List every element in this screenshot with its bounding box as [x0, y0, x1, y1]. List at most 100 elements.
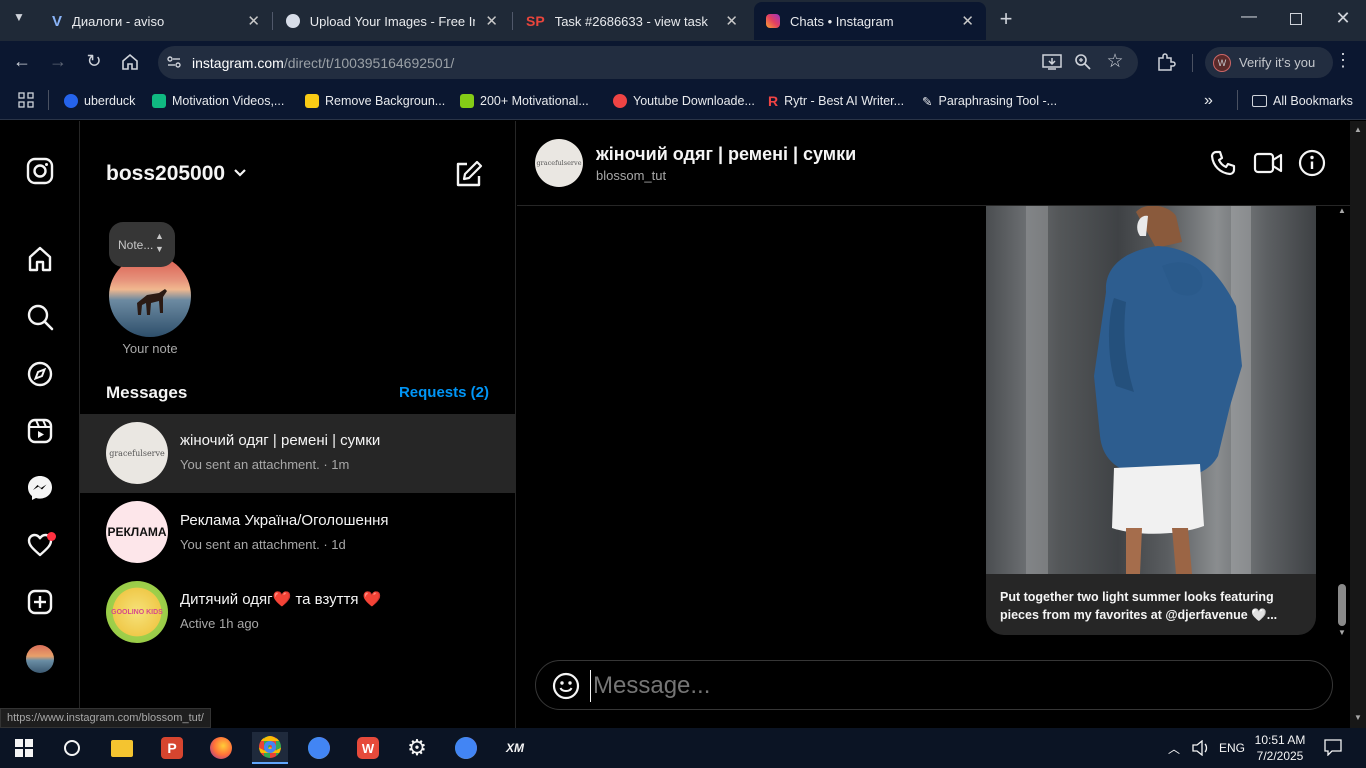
bookmark-paraphrasing-tool[interactable]: ✎ Paraphrasing Tool -...: [922, 90, 1057, 112]
conversation-preview: You sent an attachment. · 1m: [180, 457, 350, 472]
tab-search-chevron-icon[interactable]: ▼: [8, 10, 30, 32]
back-arrow-icon[interactable]: ←: [10, 51, 34, 72]
file-explorer-icon[interactable]: [104, 732, 140, 764]
xm-trading-icon[interactable]: XM: [497, 732, 533, 764]
clock-time: 10:51 AM: [1254, 733, 1306, 747]
tab-title: Chats • Instagram: [790, 13, 894, 29]
profile-avatar[interactable]: [22, 641, 58, 677]
note-label: Note...: [118, 237, 154, 252]
bookmark-remove-background[interactable]: Remove Backgroun...: [305, 90, 445, 112]
bookmark-rytr[interactable]: R Rytr - Best AI Writer...: [768, 90, 904, 112]
conversation-row[interactable]: РЕКЛАМА Реклама Україна/Оголошення You s…: [80, 493, 516, 572]
new-message-compose-icon[interactable]: [453, 160, 483, 190]
motivation-favicon-icon: [152, 94, 166, 108]
system-clock[interactable]: 10:51 AM 7/2/2025: [1252, 732, 1308, 764]
conversation-row[interactable]: gracefulserve жіночий одяг | ремені | су…: [80, 414, 516, 493]
profile-verify-button[interactable]: W Verify it's you: [1205, 47, 1333, 78]
shared-post-card[interactable]: Put together two light summer looks feat…: [986, 206, 1316, 635]
speaker-volume-icon[interactable]: [1192, 739, 1210, 757]
conversation-preview: Active 1h ago: [180, 616, 259, 631]
address-bar[interactable]: instagram.com/direct/t/100395164692501/: [158, 46, 1138, 79]
forward-arrow-icon[interactable]: →: [46, 51, 70, 72]
search-circle-icon[interactable]: [54, 732, 90, 764]
settings-gear-icon[interactable]: ⚙: [399, 732, 435, 764]
audio-call-icon[interactable]: [1209, 149, 1237, 177]
wps-presentation-icon[interactable]: P: [154, 732, 190, 764]
bookmark-motivational[interactable]: 200+ Motivational...: [460, 90, 589, 112]
conversation-preview: You sent an attachment. · 1d: [180, 537, 346, 552]
chat-scrollbar[interactable]: ▲ ▼: [1336, 206, 1348, 640]
bookmarks-overflow-icon[interactable]: »: [1204, 90, 1213, 112]
conversation-name: Дитячий одяг❤️ та взуття ❤️: [180, 591, 382, 608]
home-icon[interactable]: [22, 241, 58, 277]
install-app-icon[interactable]: [1042, 53, 1062, 71]
tab-aviso[interactable]: V Диалоги - aviso ✕: [40, 2, 272, 40]
avatar-logo-text: gracefulserve: [536, 159, 582, 167]
message-input[interactable]: [590, 670, 1310, 702]
bookmark-motivation-videos[interactable]: Motivation Videos,...: [152, 90, 284, 112]
firefox-icon[interactable]: [203, 732, 239, 764]
chrome-icon[interactable]: [301, 732, 337, 764]
messenger-icon[interactable]: [22, 470, 58, 506]
scrollbar-thumb[interactable]: [1338, 584, 1346, 626]
message-requests-link[interactable]: Requests (2): [380, 384, 489, 401]
extensions-puzzle-icon[interactable]: [1156, 52, 1176, 72]
home-icon[interactable]: [120, 52, 140, 72]
site-info-icon[interactable]: [166, 54, 182, 70]
close-tab-icon[interactable]: ✕: [485, 12, 498, 30]
browser-menu-icon[interactable]: ⋮: [1334, 50, 1352, 71]
tab-upload-images[interactable]: Upload Your Images - Free Imag ✕: [274, 2, 510, 40]
new-tab-plus-icon[interactable]: +: [994, 8, 1018, 32]
video-call-icon[interactable]: [1253, 149, 1283, 177]
close-tab-icon[interactable]: ✕: [961, 12, 974, 30]
close-tab-icon[interactable]: ✕: [247, 12, 260, 30]
page-scrollbar[interactable]: ▲ ▼: [1350, 121, 1366, 728]
page-scroll-up-arrow-icon[interactable]: ▲: [1354, 125, 1362, 134]
chrome-profile-icon[interactable]: [252, 732, 288, 764]
chrome-work-profile-icon[interactable]: [448, 732, 484, 764]
bookmark-youtube-downloader[interactable]: Youtube Downloade...: [613, 90, 755, 112]
bookmark-label: Motivation Videos,...: [172, 94, 285, 108]
emoji-icon[interactable]: [552, 672, 580, 700]
wps-office-icon[interactable]: W: [350, 732, 386, 764]
bookmark-label: 200+ Motivational...: [480, 94, 589, 108]
note-bubble[interactable]: Note... ▲ ▼: [109, 222, 175, 267]
maximize-window-icon[interactable]: [1290, 13, 1302, 25]
conversation-info-icon[interactable]: [1298, 149, 1326, 177]
all-bookmarks[interactable]: All Bookmarks: [1252, 90, 1353, 112]
conversation-row[interactable]: GOOLINO KIDS Дитячий одяг❤️ та взуття ❤️…: [80, 572, 516, 651]
create-post-icon[interactable]: [22, 584, 58, 620]
windows-start-icon[interactable]: [6, 732, 42, 764]
bookmark-star-icon[interactable]: ☆: [1104, 50, 1126, 73]
notification-center-icon[interactable]: [1324, 739, 1342, 757]
account-switcher[interactable]: boss205000: [106, 162, 247, 186]
close-tab-icon[interactable]: ✕: [725, 12, 738, 30]
zoom-icon[interactable]: [1074, 53, 1092, 71]
scroll-up-arrow-icon[interactable]: ▲: [1338, 206, 1346, 215]
tab-task[interactable]: SP Task #2686633 - view task ✕: [514, 2, 750, 40]
url-host: instagram.com: [192, 54, 284, 71]
conversation-name: жіночий одяг | ремені | сумки: [180, 432, 381, 449]
minimize-window-icon[interactable]: —: [1236, 8, 1262, 26]
instagram-logo-icon[interactable]: [22, 153, 58, 189]
chat-avatar[interactable]: gracefulserve: [535, 139, 583, 187]
notifications-heart-icon[interactable]: [22, 527, 58, 563]
close-window-icon[interactable]: ✕: [1330, 8, 1356, 29]
rytr-favicon-icon: R: [768, 93, 779, 109]
profile-avatar: W: [1213, 53, 1231, 72]
messages-heading: Messages: [106, 383, 188, 402]
apps-grid-icon[interactable]: [18, 92, 34, 108]
tab-instagram[interactable]: Chats • Instagram ✕: [754, 2, 986, 40]
bookmark-uberduck[interactable]: uberduck: [64, 90, 135, 112]
search-icon[interactable]: [22, 299, 58, 335]
page-scroll-down-arrow-icon[interactable]: ▼: [1354, 713, 1362, 722]
chat-title[interactable]: жіночий одяг | ремені | сумки: [596, 144, 856, 165]
show-hidden-icons-chevron-icon[interactable]: ︿: [1168, 740, 1180, 757]
explore-compass-icon[interactable]: [22, 356, 58, 392]
scroll-down-arrow-icon[interactable]: ▼: [1338, 628, 1346, 637]
note-profile-avatar[interactable]: [109, 255, 191, 337]
reload-icon[interactable]: ↻: [82, 51, 106, 72]
input-language[interactable]: ENG: [1219, 741, 1245, 755]
chat-handle[interactable]: blossom_tut: [596, 168, 666, 183]
reels-icon[interactable]: [22, 413, 58, 449]
